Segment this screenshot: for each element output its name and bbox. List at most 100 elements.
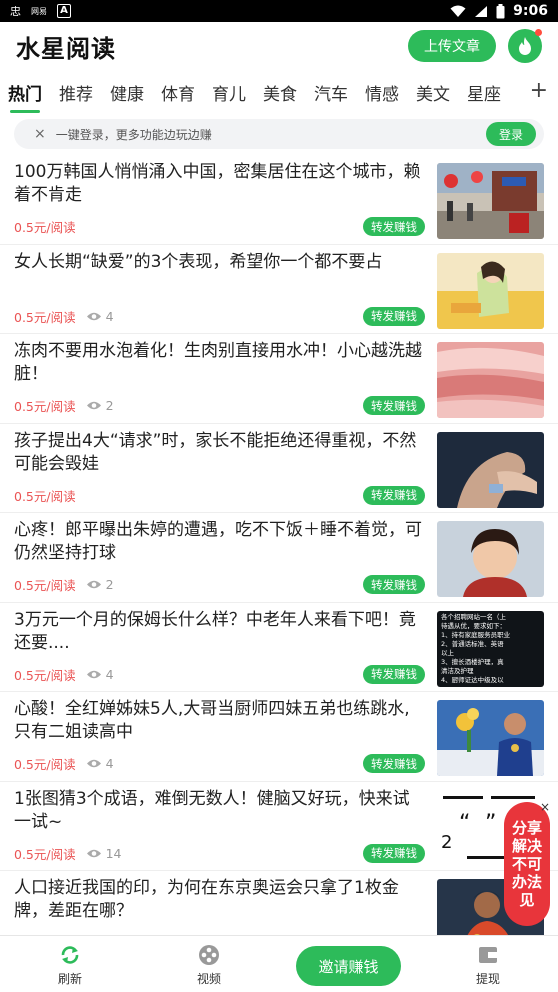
news-title[interactable]: 心疼！郎平曝出朱婷的遭遇，吃不下饭＋睡不着觉，可仍然坚持打球 (14, 519, 422, 565)
views-count: 4 (105, 666, 114, 682)
news-title[interactable]: 冻肉不要用水泡着化！生肉别直接用水冲！小心越洗越脏！ (14, 340, 422, 386)
share-solution-float-ad[interactable]: 分享解决不可办法见 (504, 802, 550, 926)
tab-health[interactable]: 健康 (110, 80, 144, 105)
thumb-text-line: 各个招聘网站一名（上 (441, 612, 507, 621)
fire-icon (519, 37, 531, 55)
app-title: 水星阅读 (16, 34, 116, 63)
reward-price: 0.5元/阅读 (14, 399, 76, 414)
nav-video[interactable]: 视频 (179, 944, 239, 987)
news-title[interactable]: 1张图猜3个成语，难倒无数人！健脑又好玩，快来试一试~ (14, 788, 422, 834)
thumb-text-line: 3、擅长酒楼护理，真 (441, 657, 504, 666)
news-title[interactable]: 心酸！全红婵姊妹5人,大哥当厨师四妹五弟也练跳水,只有二姐读高中 (14, 698, 422, 744)
notification-glyph-icon: 忠 (10, 5, 21, 18)
news-meta: 0.5元/阅读 (14, 486, 76, 505)
views-eye-icon (86, 758, 102, 769)
reward-price: 0.5元/阅读 (14, 220, 76, 235)
tab-essays[interactable]: 美文 (416, 80, 450, 105)
thumb-text-line: 以上 (441, 648, 455, 657)
thumb-text-line: 1、持有家庭服务员职业 (441, 630, 511, 639)
video-reel-icon (199, 945, 219, 965)
tab-hot[interactable]: 热门 (8, 80, 42, 113)
news-item[interactable]: 孩子提出4大“请求”时，家长不能拒绝还得重视，不然可能会毁娃 0.5元/阅读 转… (0, 424, 558, 513)
close-icon[interactable]: × (540, 800, 550, 814)
news-title[interactable]: 人口接近我国的印，为何在东京奥运会只拿了1枚金牌，差距在哪？ (14, 877, 422, 923)
close-icon[interactable]: × (34, 126, 46, 142)
reward-price: 0.5元/阅读 (14, 578, 76, 593)
nav-video-label: 视频 (196, 972, 221, 986)
news-item[interactable]: 心疼！郎平曝出朱婷的遭遇，吃不下饭＋睡不着觉，可仍然坚持打球 0.5元/阅读 2… (0, 513, 558, 603)
thumb-text-line: 2、普通话标准、英语 (441, 639, 504, 648)
news-item[interactable]: 冻肉不要用水泡着化！生肉别直接用水冲！小心越洗越脏！ 0.5元/阅读 2 转发赚… (0, 334, 558, 424)
reward-price: 0.5元/阅读 (14, 667, 76, 683)
share-earn-button[interactable]: 转发赚钱 (363, 396, 425, 415)
news-meta: 0.5元/阅读 2 (14, 396, 114, 415)
news-thumbnail[interactable] (437, 700, 544, 776)
upload-article-button[interactable]: 上传文章 (408, 30, 496, 62)
news-item[interactable]: 心酸！全红婵姊妹5人,大哥当厨师四妹五弟也练跳水,只有二姐读高中 0.5元/阅读… (0, 692, 558, 782)
nav-withdraw[interactable]: 提现 (458, 944, 518, 987)
news-meta: 0.5元/阅读 (14, 217, 76, 236)
app-header: 水星阅读 上传文章 (0, 22, 558, 70)
news-thumbnail[interactable] (437, 163, 544, 239)
wallet-icon (479, 947, 497, 963)
battery-icon (496, 3, 505, 18)
share-earn-button[interactable]: 转发赚钱 (363, 575, 425, 594)
tab-horoscope[interactable]: 星座 (467, 80, 501, 105)
thumb-text-line: 清洁及护理 (441, 666, 474, 675)
login-button[interactable]: 登录 (485, 122, 536, 146)
float-ad-text: 分享解决不可办法见 (511, 819, 542, 909)
reward-price: 0.5元/阅读 (14, 757, 76, 772)
tab-recommend[interactable]: 推荐 (59, 80, 93, 105)
news-meta: 0.5元/阅读 2 (14, 575, 114, 594)
news-meta: 0.5元/阅读 4 (14, 307, 114, 326)
add-tab-button[interactable]: + (530, 78, 548, 103)
news-thumbnail[interactable] (437, 342, 544, 418)
views-eye-icon (86, 400, 102, 411)
news-title[interactable]: 100万韩国人悄悄涌入中国，密集居住在这个城市，赖着不肯走 (14, 161, 422, 207)
news-item[interactable]: 3万元一个月的保姆长什么样？中老年人来看下吧！竟还要.... 0.5元/阅读 4… (0, 603, 558, 692)
invite-earn-button[interactable]: 邀请赚钱 (296, 946, 401, 986)
reward-price: 0.5元/阅读 (14, 309, 76, 325)
tab-cars[interactable]: 汽车 (314, 80, 348, 105)
news-title[interactable]: 女人长期“缺爱”的3个表现，希望你一个都不要占 (14, 251, 422, 274)
category-tabs: 热门 推荐 健康 体育 育儿 美食 汽车 情感 美文 星座 (0, 72, 558, 113)
news-title[interactable]: 3万元一个月的保姆长什么样？中老年人来看下吧！竟还要.... (14, 609, 422, 655)
views-count: 14 (105, 845, 122, 861)
wifi-icon (450, 5, 466, 17)
news-thumbnail[interactable] (437, 431, 544, 508)
share-earn-button[interactable]: 转发赚钱 (363, 664, 425, 684)
news-item[interactable]: 女人长期“缺爱”的3个表现，希望你一个都不要占 0.5元/阅读 4 转发赚钱 (0, 245, 558, 334)
nav-withdraw-label: 提现 (475, 972, 500, 986)
tab-parenting[interactable]: 育儿 (212, 80, 246, 105)
puzzle-digit: 2 (441, 832, 452, 853)
share-earn-button[interactable]: 转发赚钱 (363, 754, 425, 773)
notification-app-text: 网易 (31, 6, 47, 16)
thumb-text-line: 待遇从优，要求如下： (441, 621, 506, 630)
news-item[interactable]: 100万韩国人悄悄涌入中国，密集居住在这个城市，赖着不肯走 0.5元/阅读 转发… (0, 155, 558, 245)
notification-dot (535, 29, 542, 36)
news-thumbnail[interactable] (437, 521, 544, 597)
news-thumbnail[interactable] (437, 252, 544, 329)
news-meta: 0.5元/阅读 4 (14, 754, 114, 773)
nav-refresh[interactable]: 刷新 (40, 944, 100, 987)
news-thumbnail[interactable]: 各个招聘网站一名（上 待遇从优，要求如下： 1、持有家庭服务员职业 2、普通话标… (437, 610, 544, 687)
share-earn-button[interactable]: 转发赚钱 (363, 843, 425, 863)
tab-emotion[interactable]: 情感 (365, 80, 399, 105)
views-eye-icon (86, 669, 102, 680)
views-eye-icon (86, 579, 102, 590)
reward-price: 0.5元/阅读 (14, 488, 76, 504)
status-time: 9:06 (513, 3, 548, 19)
hot-fire-button[interactable] (508, 29, 542, 63)
views-count: 4 (105, 308, 114, 324)
tab-sports[interactable]: 体育 (161, 80, 195, 105)
refresh-icon (61, 946, 79, 964)
share-earn-button[interactable]: 转发赚钱 (363, 485, 425, 505)
tab-food[interactable]: 美食 (263, 80, 297, 105)
login-banner-text: 一键登录，更多功能边玩边赚 (55, 127, 212, 142)
news-item[interactable]: 1张图猜3个成语，难倒无数人！健脑又好玩，快来试一试~ 0.5元/阅读 14 转… (0, 782, 558, 871)
share-earn-button[interactable]: 转发赚钱 (363, 217, 425, 236)
news-title[interactable]: 孩子提出4大“请求”时，家长不能拒绝还得重视，不然可能会毁娃 (14, 430, 422, 476)
views-eye-icon (86, 848, 102, 859)
news-meta: 0.5元/阅读 4 (14, 665, 114, 684)
share-earn-button[interactable]: 转发赚钱 (363, 306, 425, 326)
